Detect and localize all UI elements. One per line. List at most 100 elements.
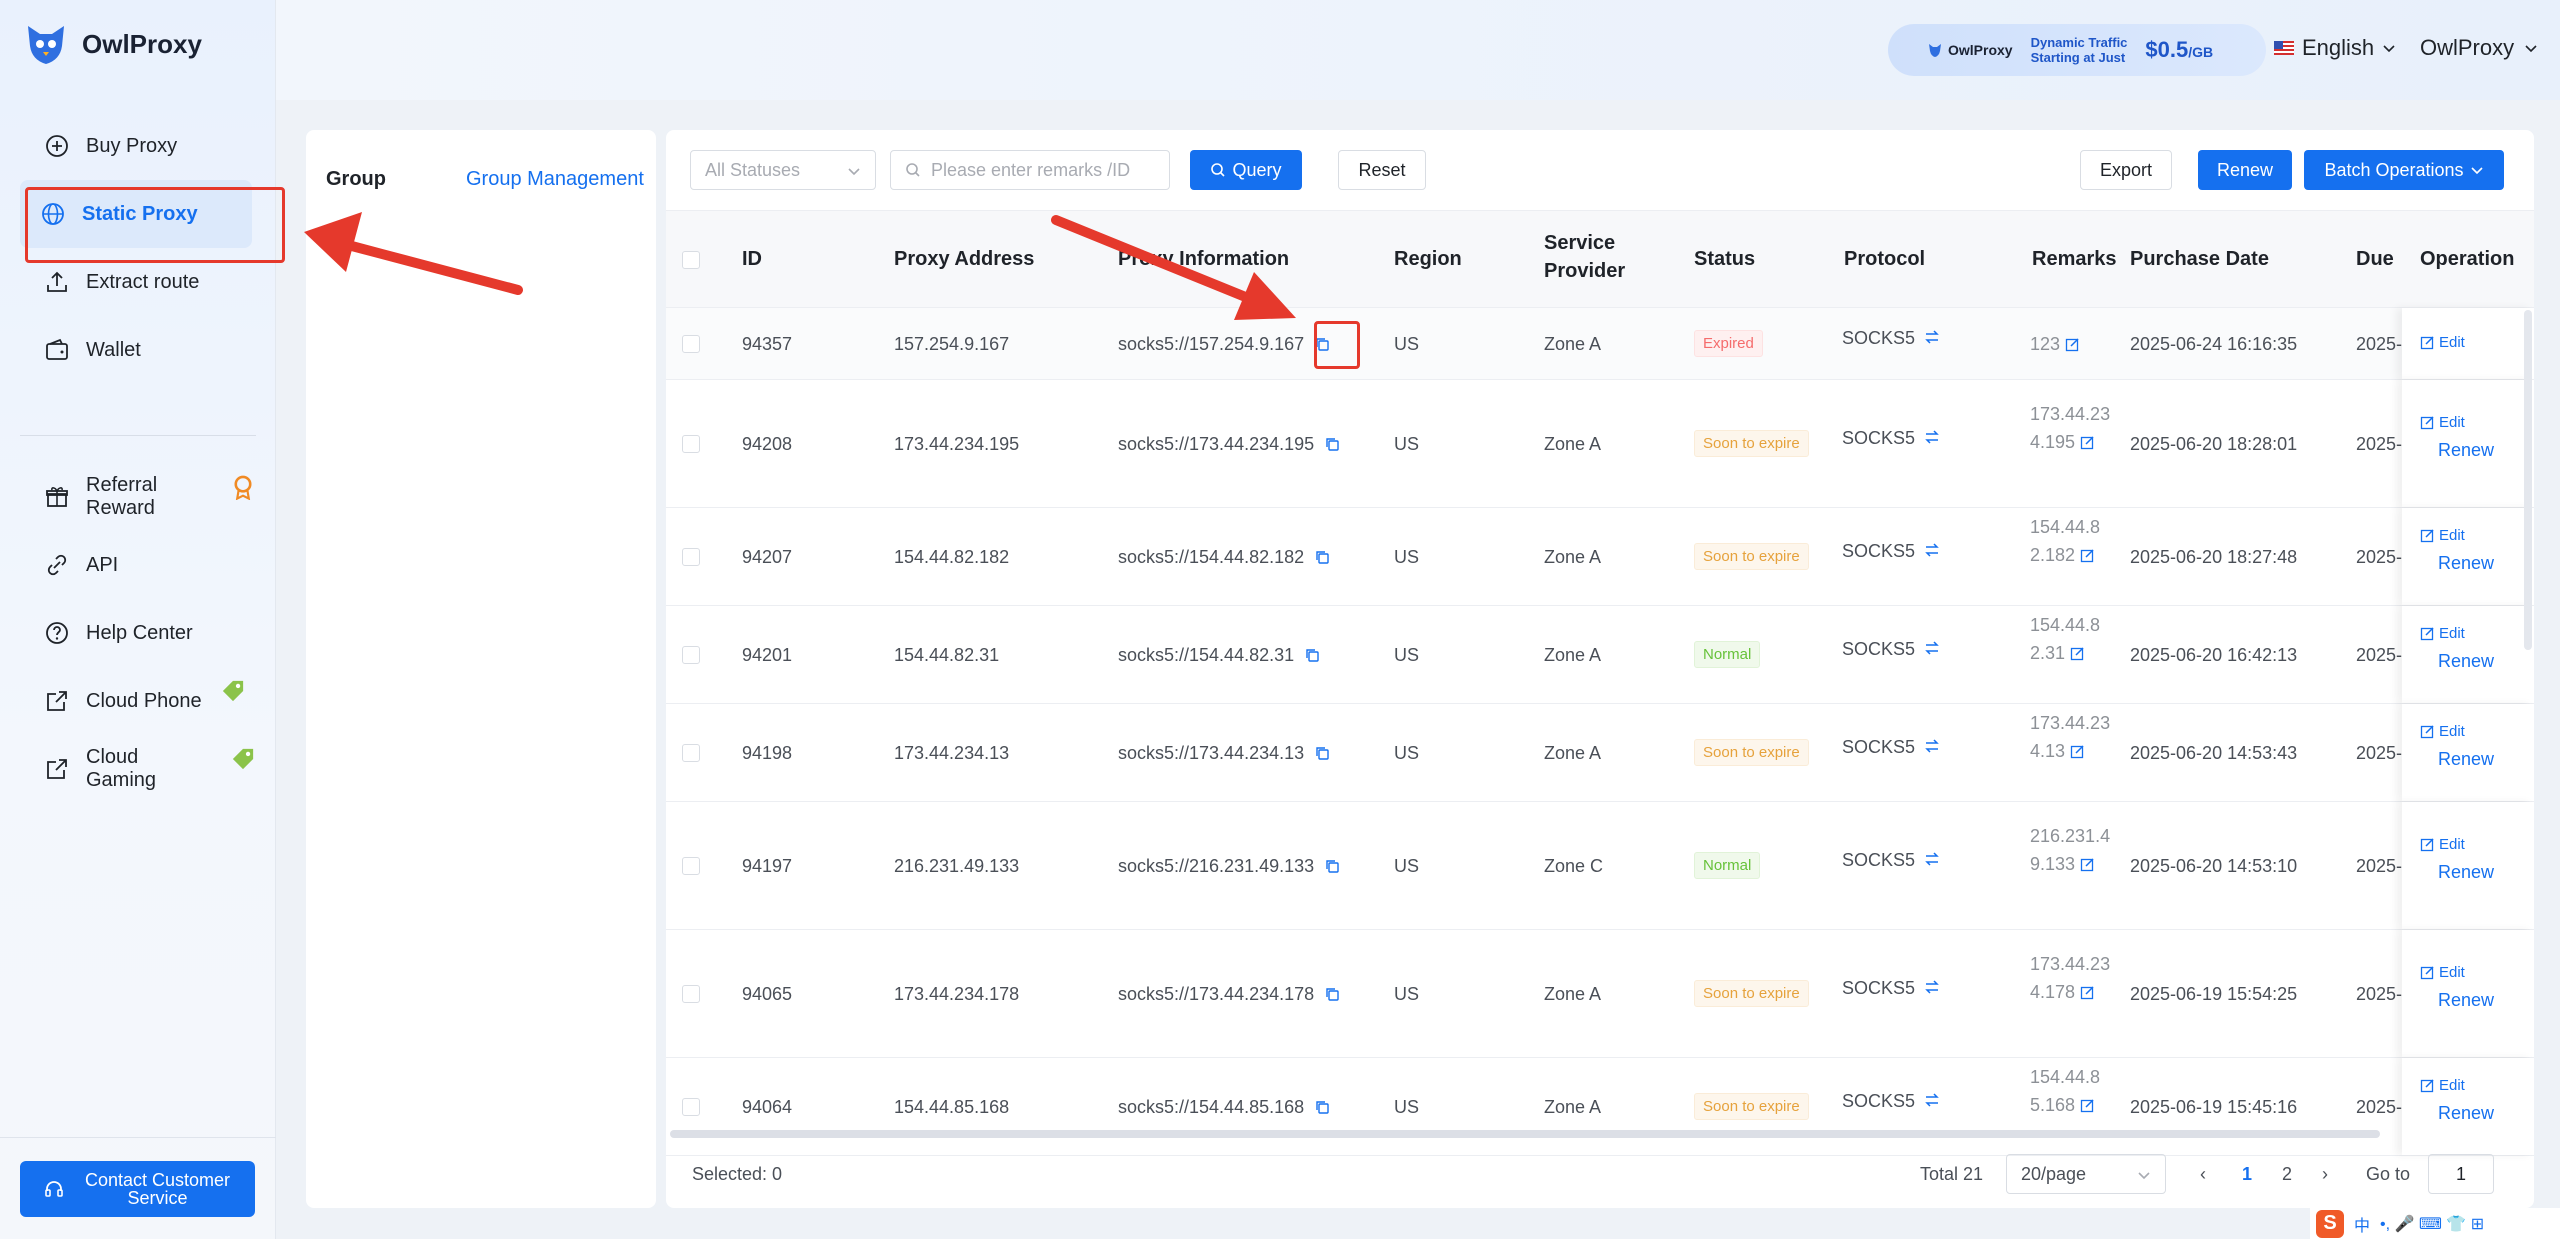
sidebar-item-api[interactable]: API: [24, 531, 256, 599]
user-menu[interactable]: OwlProxy: [2420, 35, 2538, 61]
renew-link[interactable]: Renew: [2438, 990, 2494, 1011]
copy-icon[interactable]: [1324, 986, 1340, 1002]
promo-banner[interactable]: OwlProxy Dynamic Traffic Starting at Jus…: [1888, 24, 2266, 76]
switch-icon[interactable]: [1923, 330, 1941, 344]
query-button[interactable]: Query: [1190, 150, 1302, 190]
cell-due-date: 2025-: [2356, 743, 2402, 763]
edit-remark-icon[interactable]: [2065, 337, 2080, 352]
switch-icon[interactable]: [1923, 739, 1941, 753]
contact-customer-service-button[interactable]: Contact Customer Service: [20, 1161, 255, 1217]
cell-due-date: 2025-: [2356, 984, 2402, 1004]
owl-logo-icon: [28, 26, 64, 64]
table-row: 94065 173.44.234.178 socks5://173.44.234.1…: [666, 930, 2534, 1058]
goto-page-input[interactable]: 1: [2428, 1154, 2494, 1194]
row-checkbox[interactable]: [682, 985, 700, 1003]
renew-link[interactable]: Renew: [2438, 1103, 2494, 1124]
sidebar-item-referral-reward[interactable]: Referral Reward: [24, 463, 256, 531]
edit-remark-icon[interactable]: [2070, 744, 2085, 759]
owl-logo-icon: [1929, 44, 1941, 57]
cell-operation: Edit Renew: [2402, 380, 2534, 507]
sidebar-item-wallet[interactable]: Wallet: [24, 316, 256, 384]
switch-icon[interactable]: [1923, 1093, 1941, 1107]
copy-icon[interactable]: [1314, 745, 1330, 761]
cell-proxy-address: 154.44.82.182: [894, 547, 1010, 567]
protocol-text: SOCKS5: [1842, 541, 1916, 561]
copy-icon[interactable]: [1314, 1099, 1330, 1115]
edit-button[interactable]: Edit: [2420, 334, 2465, 351]
edit-remark-icon[interactable]: [2080, 985, 2095, 1000]
edit-button[interactable]: Edit: [2420, 723, 2465, 740]
sidebar-item-cloud-gaming[interactable]: Cloud Gaming: [24, 735, 256, 803]
sidebar-item-label: Help Center: [86, 621, 193, 644]
edit-button[interactable]: Edit: [2420, 1077, 2465, 1094]
promo-brand-text: OwlProxy: [1948, 42, 2013, 58]
ime-toolbar[interactable]: S 中 •, 🎤 ⌨ 👕 ⊞: [2310, 1208, 2560, 1239]
sidebar-item-label: Cloud Gaming: [86, 746, 157, 791]
search-input[interactable]: [931, 159, 1151, 181]
select-all-checkbox[interactable]: [682, 251, 700, 269]
cell-id: 94197: [742, 856, 793, 876]
batch-operations-button[interactable]: Batch Operations: [2304, 150, 2504, 190]
cell-remarks: 123: [2030, 330, 2114, 358]
renew-link[interactable]: Renew: [2438, 862, 2494, 883]
sidebar-item-buy-proxy[interactable]: Buy Proxy: [24, 112, 256, 180]
contact-label: Contact Customer Service: [84, 1170, 231, 1208]
sidebar-divider: [0, 1137, 276, 1138]
renew-link[interactable]: Renew: [2438, 440, 2494, 461]
goto-label: Go to: [2366, 1164, 2411, 1184]
promo-line1: Dynamic Traffic: [2030, 35, 2128, 50]
vertical-scrollbar[interactable]: [2524, 310, 2532, 650]
copy-icon[interactable]: [1304, 647, 1320, 663]
renew-link[interactable]: Renew: [2438, 749, 2494, 770]
edit-remark-icon[interactable]: [2080, 548, 2095, 563]
edit-remark-icon[interactable]: [2070, 646, 2085, 661]
copy-icon[interactable]: [1314, 549, 1330, 565]
row-checkbox[interactable]: [682, 646, 700, 664]
row-checkbox[interactable]: [682, 857, 700, 875]
horizontal-scrollbar[interactable]: [670, 1130, 2380, 1138]
edit-button[interactable]: Edit: [2420, 964, 2465, 981]
row-checkbox[interactable]: [682, 744, 700, 762]
col-purchase-date: Purchase Date: [2130, 248, 2269, 270]
export-button[interactable]: Export: [2080, 150, 2172, 190]
status-select[interactable]: All Statuses: [690, 150, 876, 190]
edit-icon: [2420, 336, 2434, 350]
row-checkbox[interactable]: [682, 548, 700, 566]
switch-icon[interactable]: [1923, 543, 1941, 557]
group-management-link[interactable]: Group Management: [466, 168, 644, 191]
sidebar-item-help-center[interactable]: Help Center: [24, 599, 256, 667]
prev-page-icon[interactable]: ‹: [2200, 1164, 2206, 1185]
page-size-select[interactable]: 20/page: [2006, 1154, 2166, 1194]
ime-mode: 中: [2354, 1217, 2371, 1235]
row-checkbox[interactable]: [682, 1098, 700, 1116]
edit-button[interactable]: Edit: [2420, 836, 2465, 853]
renew-link[interactable]: Renew: [2438, 651, 2494, 672]
row-checkbox[interactable]: [682, 335, 700, 353]
edit-button[interactable]: Edit: [2420, 414, 2465, 431]
switch-icon[interactable]: [1923, 430, 1941, 444]
headset-icon: [44, 1181, 63, 1197]
switch-icon[interactable]: [1923, 641, 1941, 655]
edit-button[interactable]: Edit: [2420, 527, 2465, 544]
sidebar-item-cloud-phone[interactable]: Cloud Phone: [24, 667, 256, 735]
edit-remark-icon[interactable]: [2080, 435, 2095, 450]
edit-remark-icon[interactable]: [2080, 1098, 2095, 1113]
switch-icon[interactable]: [1923, 980, 1941, 994]
col-due-date: Due d: [2356, 248, 2396, 270]
copy-icon[interactable]: [1324, 858, 1340, 874]
edit-remark-icon[interactable]: [2080, 857, 2095, 872]
renew-button[interactable]: Renew: [2198, 150, 2292, 190]
copy-icon[interactable]: [1324, 436, 1340, 452]
table-row: 94197 216.231.49.133 socks5://216.231.49.1…: [666, 802, 2534, 930]
reset-button[interactable]: Reset: [1338, 150, 1426, 190]
page-1[interactable]: 1: [2242, 1164, 2252, 1185]
next-page-icon[interactable]: ›: [2322, 1164, 2328, 1185]
language-selector[interactable]: English: [2274, 35, 2396, 61]
renew-link[interactable]: Renew: [2438, 553, 2494, 574]
edit-button[interactable]: Edit: [2420, 625, 2465, 642]
page-2[interactable]: 2: [2282, 1164, 2292, 1185]
switch-icon[interactable]: [1923, 852, 1941, 866]
row-checkbox[interactable]: [682, 435, 700, 453]
cell-operation: Edit Renew: [2402, 930, 2534, 1057]
logo[interactable]: OwlProxy: [24, 22, 202, 66]
